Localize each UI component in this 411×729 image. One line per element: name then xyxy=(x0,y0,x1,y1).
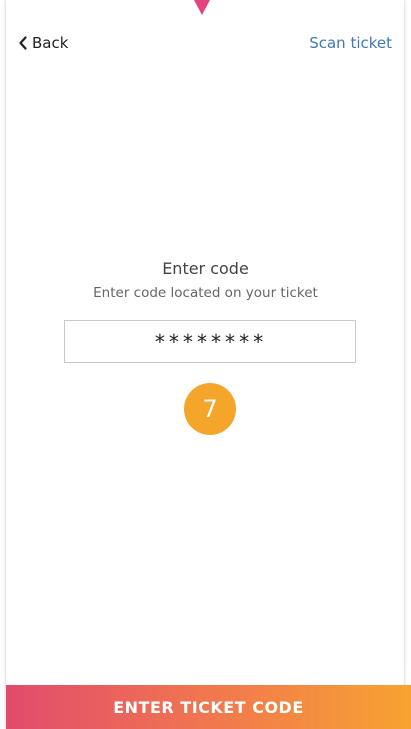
enter-code-section: Enter code Enter code located on your ti… xyxy=(0,257,411,303)
triangle-pointer-icon xyxy=(194,0,210,15)
chevron-left-icon xyxy=(19,36,27,50)
step-badge: 7 xyxy=(184,383,236,435)
enter-ticket-code-button[interactable]: ENTER TICKET CODE xyxy=(6,685,411,729)
ticket-code-input[interactable]: ******** xyxy=(64,320,356,363)
screen: Back Scan ticket Enter code Enter code l… xyxy=(0,0,411,729)
page-title: Enter code xyxy=(162,259,249,278)
page-subtitle: Enter code located on your ticket xyxy=(93,285,318,301)
app-frame xyxy=(6,0,404,729)
back-label: Back xyxy=(32,34,69,52)
scan-ticket-link[interactable]: Scan ticket xyxy=(309,28,392,58)
top-bar: Back Scan ticket xyxy=(0,28,411,58)
back-button[interactable]: Back xyxy=(18,28,68,58)
